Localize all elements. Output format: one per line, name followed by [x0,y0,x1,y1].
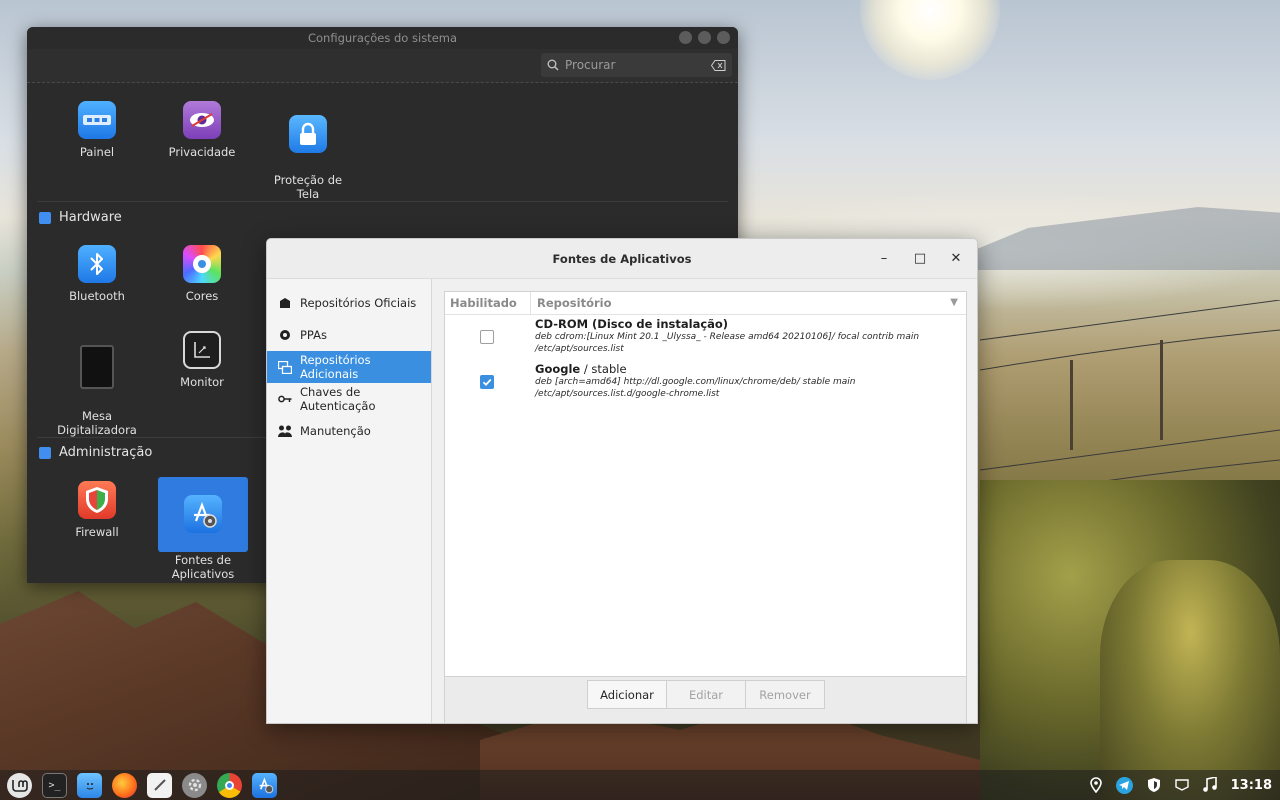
settings-item-label: Painel [79,145,115,159]
settings-item-monitor[interactable]: Monitor [157,327,247,389]
firewall-shield-icon [78,481,116,519]
shield-icon[interactable] [1147,777,1161,793]
enabled-checkbox[interactable] [480,330,494,344]
telegram-icon[interactable] [1115,776,1133,794]
repository-table: Habilitado Repositório ▼ CD-ROM (Disco d… [444,291,967,677]
settings-titlebar[interactable]: Configurações do sistema [27,27,738,49]
dialog-sidebar: Repositórios Oficiais PPAs Repositórios … [267,279,432,723]
settings-item-panel[interactable]: Painel [52,97,142,159]
panel-icon [78,101,116,139]
admin-icon [39,446,51,459]
settings-item-label: Proteção de Tela [273,173,343,201]
section-hardware-title: Hardware [39,210,122,225]
text-editor-icon[interactable] [147,772,172,798]
firefox-icon[interactable] [112,772,137,798]
color-wheel-icon [183,245,221,283]
notification-icon[interactable] [1174,779,1189,791]
search-icon [547,59,559,71]
repository-cell: Google / stable deb [arch=amd64] http://… [535,363,855,401]
bluetooth-icon [78,245,116,283]
settings-item-label: Monitor [180,375,224,389]
settings-item-label: Firewall [75,525,119,539]
repository-name: Google / stable [535,362,627,376]
maximize-button[interactable] [698,31,711,44]
settings-item-tablet[interactable]: Mesa Digitalizadora [52,327,142,451]
table-toolbar: Adicionar Editar Remover [444,677,967,723]
sidebar-item-additional-repos[interactable]: Repositórios Adicionais [267,351,431,383]
repository-source-line: deb cdrom:[Linux Mint 20.1 _Ulyssa_ - Re… [535,331,920,342]
settings-item-privacy[interactable]: Privacidade [157,97,247,159]
settings-icon[interactable] [182,772,207,798]
software-sources-dialog: Fontes de Aplicativos – □ ✕ Repositórios… [266,238,978,724]
settings-toolbar [27,49,738,83]
taskbar-panel: >_ 13:18 [0,770,1280,800]
table-row[interactable]: CD-ROM (Disco de instalação) deb cdrom:[… [445,315,966,360]
ppa-icon [278,328,292,342]
package-icon [278,296,292,310]
checkmark-icon [482,378,492,386]
screensaver-lock-icon [289,115,327,153]
settings-item-label: Mesa Digitalizadora [57,409,137,437]
dialog-title: Fontes de Aplicativos [552,252,692,266]
minimize-icon[interactable]: – [877,252,891,266]
software-sources-icon [184,495,222,533]
close-button[interactable] [717,31,730,44]
settings-item-firewall[interactable]: Firewall [52,477,142,539]
sidebar-item-maintenance[interactable]: Manutenção [267,415,431,447]
column-header-enabled[interactable]: Habilitado [445,292,531,314]
add-button[interactable]: Adicionar [587,680,667,709]
location-icon[interactable] [1089,777,1102,793]
sort-descending-icon[interactable]: ▼ [950,297,958,308]
sidebar-item-auth-keys[interactable]: Chaves de Autenticação [267,383,431,415]
clock[interactable]: 13:18 [1231,778,1272,793]
maintenance-icon [278,424,292,438]
section-divider [37,201,728,202]
settings-item-label: Fontes de Aplicativos [171,553,235,581]
repository-cell: CD-ROM (Disco de instalação) deb cdrom:[… [535,318,919,356]
repository-file-path: /etc/apt/sources.list.d/google-chrome.li… [535,389,720,399]
maximize-icon[interactable]: □ [913,252,927,266]
files-icon[interactable] [77,772,102,798]
minimize-button[interactable] [679,31,692,44]
settings-item-bluetooth[interactable]: Bluetooth [52,241,142,303]
hardware-icon [39,211,51,224]
privacy-eye-icon [183,101,221,139]
repository-source-line: deb [arch=amd64] http://dl.google.com/li… [535,376,856,387]
monitor-icon [183,331,221,369]
repository-file-path: /etc/apt/sources.list [535,344,624,354]
table-header: Habilitado Repositório ▼ [445,292,966,315]
dialog-main: Habilitado Repositório ▼ CD-ROM (Disco d… [444,291,967,723]
section-admin-title: Administração [39,445,152,460]
terminal-icon[interactable]: >_ [42,772,67,798]
settings-window-title: Configurações do sistema [307,31,458,45]
clear-search-icon[interactable] [711,59,726,71]
chrome-icon[interactable] [217,772,242,798]
close-icon[interactable]: ✕ [949,252,963,266]
settings-item-colors[interactable]: Cores [157,241,247,303]
sound-icon[interactable] [1202,777,1217,793]
key-icon [278,392,292,406]
enabled-checkbox[interactable] [480,375,494,389]
settings-item-label: Bluetooth [69,289,125,303]
search-box[interactable] [541,53,732,77]
table-row[interactable]: Google / stable deb [arch=amd64] http://… [445,360,966,405]
software-sources-taskbar-icon[interactable] [252,772,277,798]
remove-button[interactable]: Remover [745,680,825,709]
search-input[interactable] [565,58,705,72]
tablet-icon [80,345,114,389]
dialog-titlebar[interactable]: Fontes de Aplicativos – □ ✕ [267,239,977,279]
column-header-repository[interactable]: Repositório [531,292,612,314]
settings-item-label: Cores [185,289,219,303]
settings-item-screensaver[interactable]: Proteção de Tela [263,97,353,215]
sidebar-item-ppas[interactable]: PPAs [267,319,431,351]
settings-item-label: Privacidade [168,145,236,159]
sidebar-item-official-repos[interactable]: Repositórios Oficiais [267,287,431,319]
repository-name: CD-ROM (Disco de instalação) [535,317,729,331]
settings-item-software-sources[interactable]: Fontes de Aplicativos [158,477,248,581]
additional-repos-icon [278,360,292,374]
mint-menu-icon[interactable] [7,772,32,798]
edit-button[interactable]: Editar [666,680,746,709]
